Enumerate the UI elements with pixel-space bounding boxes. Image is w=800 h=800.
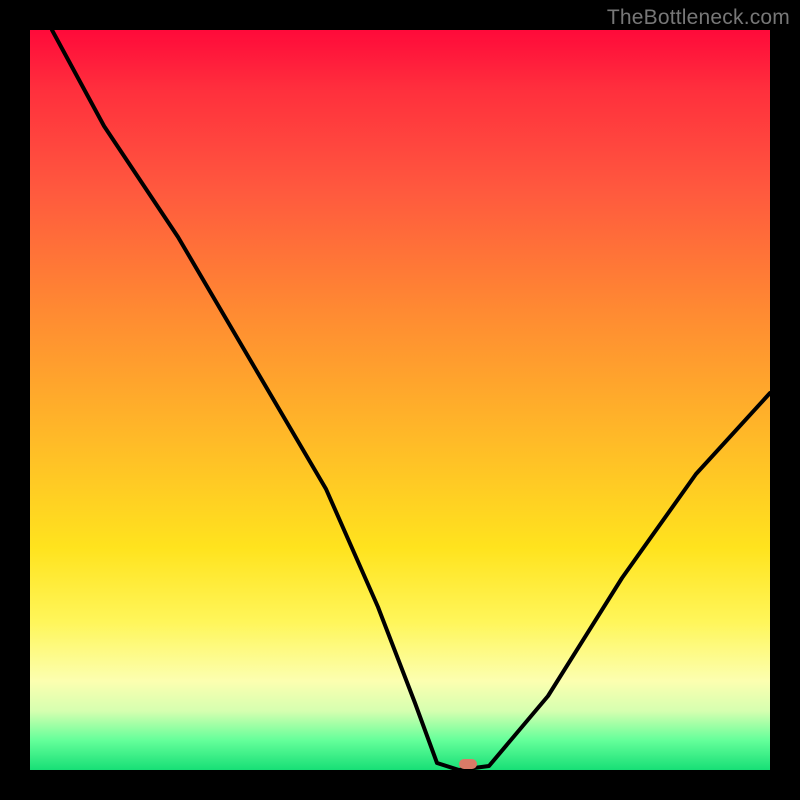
bottleneck-chart: TheBottleneck.com: [0, 0, 800, 800]
minimum-marker: [459, 759, 477, 769]
watermark-text: TheBottleneck.com: [607, 6, 790, 30]
bottleneck-curve: [30, 30, 770, 770]
curve-path: [52, 30, 770, 770]
plot-area: [30, 30, 770, 770]
